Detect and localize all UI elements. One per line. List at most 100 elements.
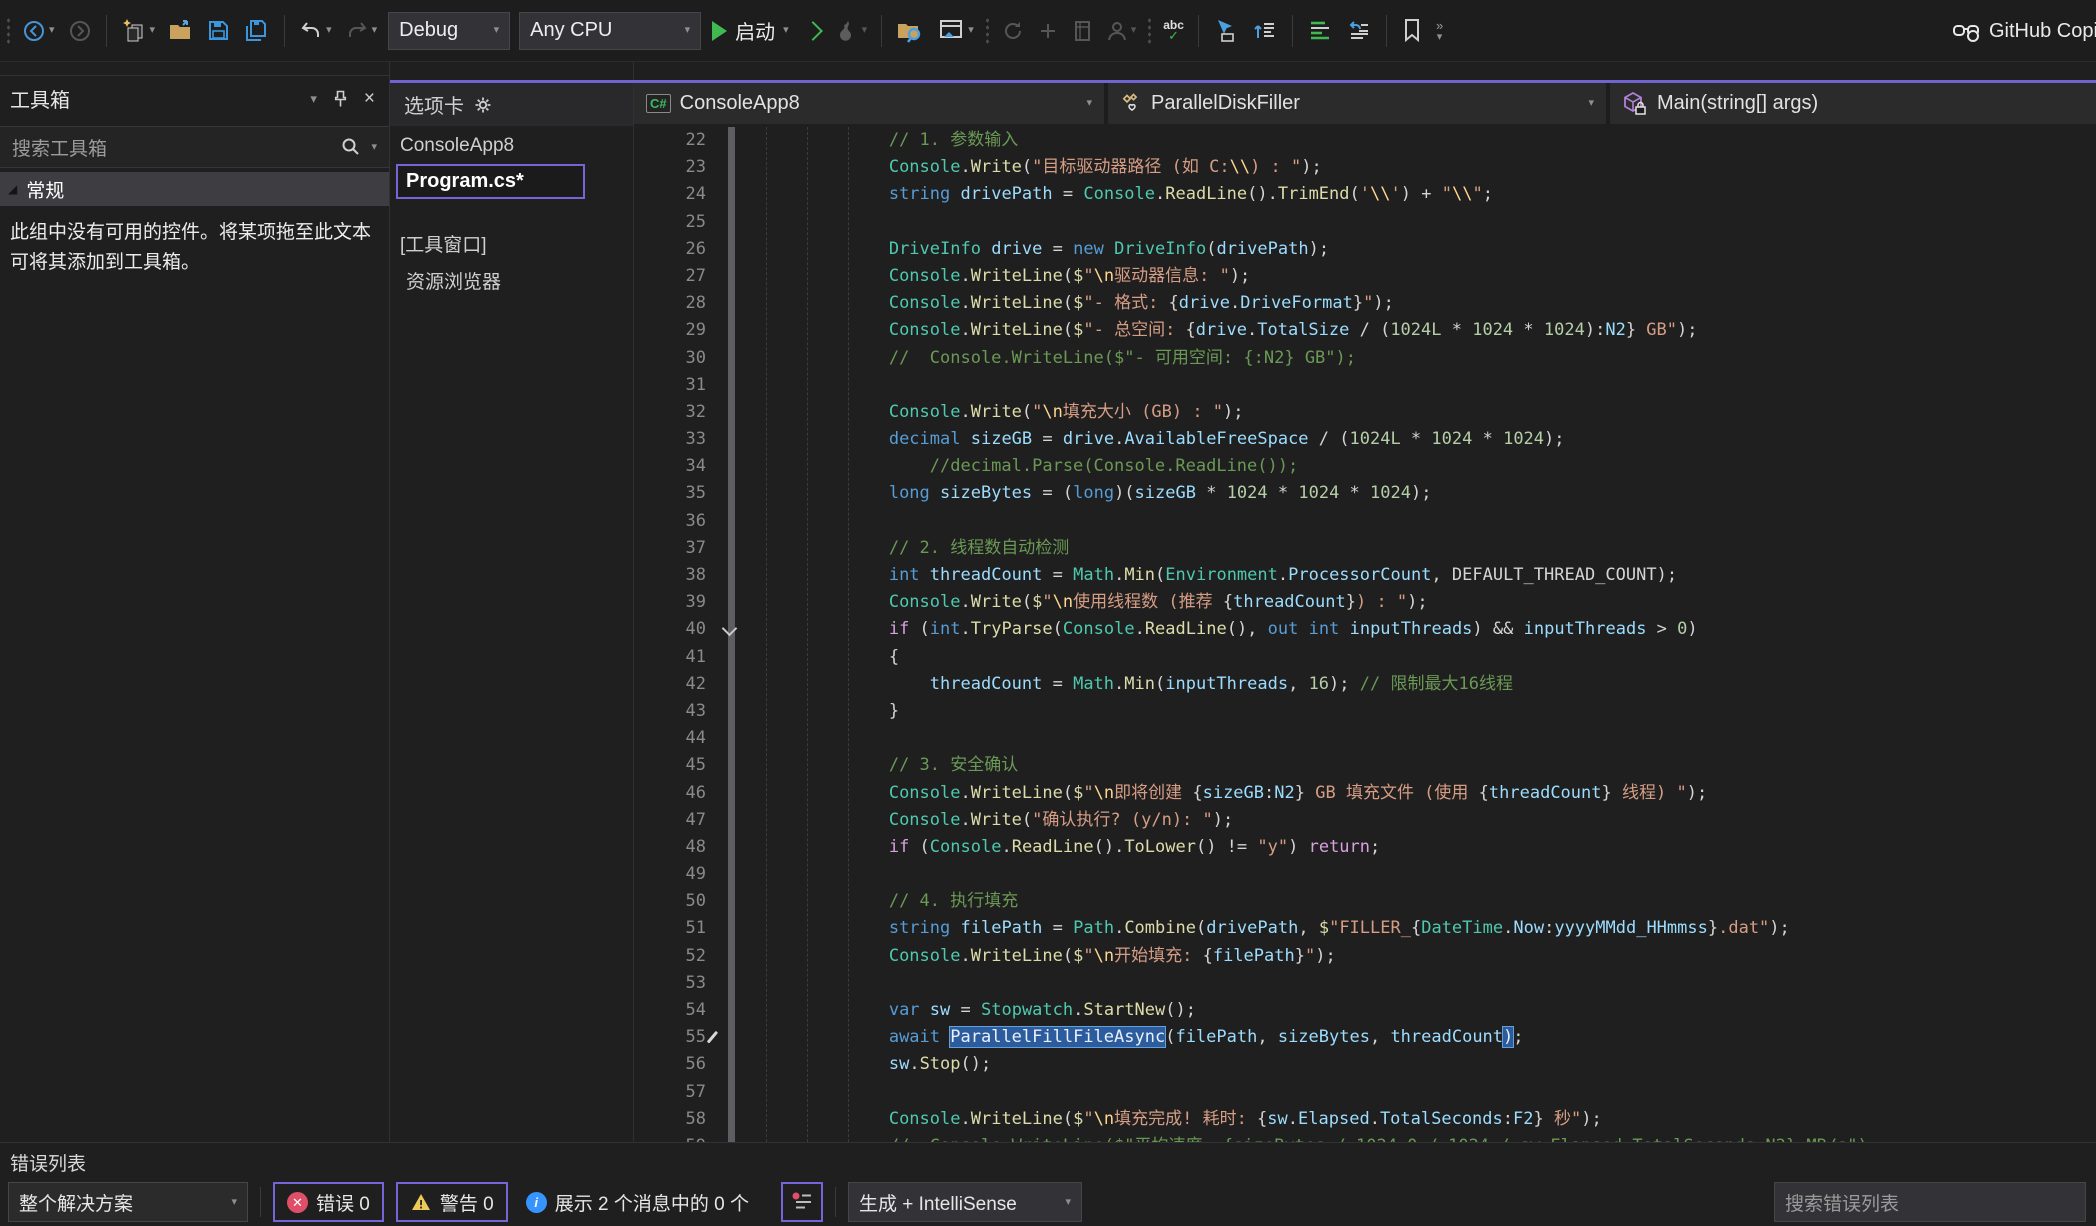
add-item-button[interactable]	[1036, 18, 1060, 44]
code-line[interactable]: 28 Console.WriteLine($"- 格式: {drive.Driv…	[634, 290, 2096, 317]
line-number[interactable]: 24	[634, 181, 706, 208]
code-line[interactable]: 52 Console.WriteLine($"\n开始填充: {filePath…	[634, 943, 2096, 970]
line-number[interactable]: 36	[634, 508, 706, 535]
code-line[interactable]: 44	[634, 725, 2096, 752]
line-number[interactable]: 34	[634, 453, 706, 480]
toolbar-grip[interactable]	[1147, 17, 1152, 45]
start-debugging-button[interactable]: 启动 ▾	[710, 13, 791, 48]
error-list-search-input[interactable]: 搜索错误列表	[1774, 1182, 2086, 1222]
line-number[interactable]: 23	[634, 154, 706, 181]
code-line[interactable]: 39 Console.Write($"\n使用线程数 (推荐 {threadCo…	[634, 589, 2096, 616]
code-line[interactable]: 27 Console.WriteLine($"\n驱动器信息: ");	[634, 263, 2096, 290]
code-line[interactable]: 30 // Console.WriteLine($"- 可用空间: {:N2} …	[634, 345, 2096, 372]
line-number[interactable]: 22	[634, 127, 706, 154]
code-line[interactable]: 38 int threadCount = Math.Min(Environmen…	[634, 562, 2096, 589]
type-dropdown[interactable]: ParallelDiskFiller ▾	[1108, 83, 1606, 124]
code-area[interactable]: 22 // 1. 参数输入23 Console.Write("目标驱动器路径 (…	[634, 124, 2096, 1142]
line-number[interactable]: 41	[634, 644, 706, 671]
navigate-back-button[interactable]: ▾	[20, 16, 57, 46]
new-project-button[interactable]: ▾	[119, 15, 158, 47]
account-button[interactable]: ▾	[1104, 16, 1139, 46]
code-line[interactable]: 58 Console.WriteLine($"\n填充完成! 耗时: {sw.E…	[634, 1106, 2096, 1133]
code-line[interactable]: 24 string drivePath = Console.ReadLine()…	[634, 181, 2096, 208]
line-number[interactable]: 51	[634, 915, 706, 942]
document-tab-item[interactable]: Program.cs*	[396, 164, 585, 199]
move-lines-button[interactable]	[1250, 15, 1280, 47]
error-source-dropdown[interactable]: 生成 + IntelliSense ▾	[848, 1182, 1082, 1222]
search-options-icon[interactable]: ▾	[371, 142, 377, 153]
line-number[interactable]: 59	[634, 1133, 706, 1142]
line-number[interactable]: 29	[634, 317, 706, 344]
message-view-button[interactable]	[781, 1182, 823, 1222]
code-line[interactable]: 54 var sw = Stopwatch.StartNew();	[634, 997, 2096, 1024]
window-dropdown-icon[interactable]: ▾	[968, 25, 974, 36]
line-number[interactable]: 25	[634, 209, 706, 236]
code-line[interactable]: 31	[634, 372, 2096, 399]
line-number[interactable]: 49	[634, 861, 706, 888]
line-number[interactable]: 56	[634, 1051, 706, 1078]
undo-button[interactable]: ▾	[297, 17, 334, 45]
code-line[interactable]: 48 if (Console.ReadLine().ToLower() != "…	[634, 834, 2096, 861]
code-line[interactable]: 56 sw.Stop();	[634, 1051, 2096, 1078]
hot-reload-button[interactable]: ▾	[835, 16, 870, 46]
document-tab-item[interactable]: [工具窗口]	[390, 225, 633, 262]
document-tab-item[interactable]: 资源浏览器	[390, 262, 633, 299]
format-document-button[interactable]	[1305, 16, 1335, 46]
line-number[interactable]: 45	[634, 752, 706, 779]
redo-dropdown-icon[interactable]: ▾	[372, 25, 378, 36]
bookmark-button[interactable]	[1399, 15, 1425, 47]
toolbar-grip[interactable]	[985, 17, 990, 45]
error-scope-dropdown[interactable]: 整个解决方案 ▾	[8, 1182, 248, 1222]
code-line[interactable]: 37 // 2. 线程数自动检测	[634, 535, 2096, 562]
find-in-files-button[interactable]	[894, 15, 926, 47]
line-number[interactable]: 32	[634, 399, 706, 426]
code-line[interactable]: 25	[634, 209, 2096, 236]
back-dropdown-icon[interactable]: ▾	[49, 25, 55, 36]
toolbox-group-general[interactable]: ◢ 常规	[0, 172, 389, 206]
selection-mode-button[interactable]	[1211, 15, 1241, 47]
code-line[interactable]: 33 decimal sizeGB = drive.AvailableFreeS…	[634, 426, 2096, 453]
save-all-button[interactable]	[242, 16, 272, 46]
code-line[interactable]: 23 Console.Write("目标驱动器路径 (如 C:\\) : ");	[634, 154, 2096, 181]
line-number[interactable]: 44	[634, 725, 706, 752]
undo-dropdown-icon[interactable]: ▾	[326, 25, 332, 36]
refresh-button[interactable]	[999, 16, 1027, 46]
collapse-chevron-icon[interactable]	[722, 621, 738, 637]
line-number[interactable]: 42	[634, 671, 706, 698]
code-line[interactable]: 26 DriveInfo drive = new DriveInfo(drive…	[634, 236, 2096, 263]
warnings-filter-button[interactable]: 警告 0	[396, 1182, 508, 1222]
solution-platform-dropdown[interactable]: Any CPU ▾	[519, 12, 701, 50]
project-dropdown[interactable]: C# ConsoleApp8 ▾	[634, 83, 1104, 124]
code-line[interactable]: 35 long sizeBytes = (long)(sizeGB * 1024…	[634, 480, 2096, 507]
code-line[interactable]: 45 // 3. 安全确认	[634, 752, 2096, 779]
code-line[interactable]: 57	[634, 1079, 2096, 1106]
redo-button[interactable]: ▾	[343, 17, 380, 45]
line-number[interactable]: 52	[634, 943, 706, 970]
line-number[interactable]: 33	[634, 426, 706, 453]
code-line[interactable]: 36	[634, 508, 2096, 535]
line-number[interactable]: 53	[634, 970, 706, 997]
line-number[interactable]: 28	[634, 290, 706, 317]
code-line[interactable]: 47 Console.Write("确认执行? (y/n): ");	[634, 807, 2096, 834]
account-dropdown-icon[interactable]: ▾	[1131, 25, 1137, 36]
toolbox-menu-icon[interactable]: ▾	[310, 92, 317, 105]
code-line[interactable]: 49	[634, 861, 2096, 888]
code-line[interactable]: 32 Console.Write("\n填充大小 (GB) : ");	[634, 399, 2096, 426]
code-line[interactable]: 29 Console.WriteLine($"- 总空间: {drive.Tot…	[634, 317, 2096, 344]
new-window-button[interactable]: ▾	[935, 15, 976, 47]
code-line[interactable]: 53	[634, 970, 2096, 997]
open-folder-button[interactable]	[166, 16, 196, 46]
code-line[interactable]: 42 threadCount = Math.Min(inputThreads, …	[634, 671, 2096, 698]
line-number[interactable]: 48	[634, 834, 706, 861]
save-button[interactable]	[205, 16, 233, 46]
line-number[interactable]: 39	[634, 589, 706, 616]
code-line[interactable]: 41 {	[634, 644, 2096, 671]
start-dropdown-icon[interactable]: ▾	[783, 25, 789, 36]
spell-check-button[interactable]: abc ✓	[1161, 16, 1186, 45]
navigate-forward-button[interactable]	[66, 16, 94, 46]
code-line[interactable]: 34 //decimal.Parse(Console.ReadLine());	[634, 453, 2096, 480]
code-line[interactable]: 22 // 1. 参数输入	[634, 127, 2096, 154]
line-number[interactable]: 26	[634, 236, 706, 263]
hot-reload-dropdown-icon[interactable]: ▾	[862, 25, 868, 36]
code-line[interactable]: 59 // Console.WriteLine($"平均速度: {sizeByt…	[634, 1133, 2096, 1142]
